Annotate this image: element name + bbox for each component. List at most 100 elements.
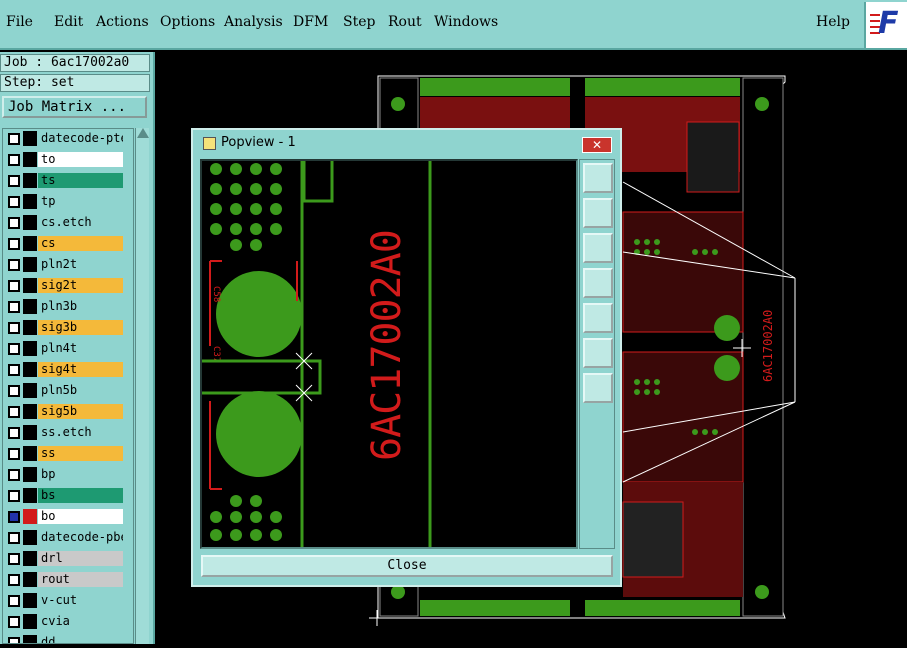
layer-row-7[interactable]: sig2t [5,278,123,294]
menu-actions[interactable]: Actions [96,14,149,30]
layer-checkbox[interactable] [8,637,20,643]
layer-name[interactable]: datecode-pbe [38,530,123,545]
layer-checkbox[interactable] [8,280,20,292]
layer-name[interactable]: cvia [38,614,123,629]
pan-up-icon[interactable] [583,198,613,228]
popview-titlebar[interactable]: Popview - 1 ✕ [193,130,620,156]
layer-checkbox[interactable] [8,469,20,481]
menu-file[interactable]: File [6,14,33,30]
layer-row-6[interactable]: pln2t [5,257,123,273]
layer-name[interactable]: bp [38,467,123,482]
menu-windows[interactable]: Windows [434,14,498,30]
layer-row-19[interactable]: datecode-pbe [5,530,123,546]
layer-row-24[interactable]: dd [5,635,123,643]
layer-checkbox[interactable] [8,238,20,250]
popview-window[interactable]: Popview - 1 ✕ C58 C37 6AC17002A0 Close [191,128,622,587]
layer-name[interactable]: cs [38,236,123,251]
layer-name[interactable]: bs [38,488,123,503]
layer-row-3[interactable]: tp [5,194,123,210]
menu-dfm[interactable]: DFM [293,14,328,30]
layer-list[interactable]: datecode-pte to ts tp cs.etch cs pln2t sig2t pln… [2,128,134,644]
scroll-up-arrow-icon[interactable] [137,128,149,138]
layer-checkbox[interactable] [8,406,20,418]
layer-row-4[interactable]: cs.etch [5,215,123,231]
layer-checkbox[interactable] [8,532,20,544]
layer-checkbox[interactable] [8,595,20,607]
layer-name[interactable]: sig2t [38,278,123,293]
layer-name[interactable]: rout [38,572,123,587]
popview-canvas[interactable]: C58 C37 6AC17002A0 [200,159,578,549]
layer-row-5[interactable]: cs [5,236,123,252]
layer-name[interactable]: ss.etch [38,425,123,440]
layer-row-13[interactable]: sig5b [5,404,123,420]
layer-checkbox[interactable] [8,427,20,439]
layer-row-21[interactable]: rout [5,572,123,588]
layer-checkbox[interactable] [8,154,20,166]
layer-row-10[interactable]: pln4t [5,341,123,357]
layer-name[interactable]: drl [38,551,123,566]
layer-checkbox[interactable] [8,133,20,145]
layer-checkbox[interactable] [8,259,20,271]
menu-help[interactable]: Help [816,14,850,30]
layer-row-0[interactable]: datecode-pte [5,131,123,147]
layer-list-scrollbar[interactable] [135,128,149,644]
layer-name[interactable]: datecode-pte [38,131,123,146]
close-icon[interactable]: ✕ [582,137,612,153]
layer-row-12[interactable]: pln5b [5,383,123,399]
job-matrix-button[interactable]: Job Matrix ... [2,96,147,118]
layer-checkbox[interactable] [8,511,20,523]
pan-down-icon[interactable] [583,233,613,263]
zoom-fit-icon[interactable] [583,163,613,193]
layer-checkbox[interactable] [8,301,20,313]
zoom-in-icon[interactable] [583,338,613,368]
layer-checkbox[interactable] [8,322,20,334]
layer-checkbox[interactable] [8,448,20,460]
layer-row-15[interactable]: ss [5,446,123,462]
layer-row-2[interactable]: ts [5,173,123,189]
layer-name[interactable]: ss [38,446,123,461]
layer-checkbox[interactable] [8,175,20,187]
layer-row-22[interactable]: v-cut [5,593,123,609]
layer-row-17[interactable]: bs [5,488,123,504]
layer-checkbox[interactable] [8,616,20,628]
zoom-out-icon[interactable] [583,373,613,403]
popview-zoom-view[interactable]: C58 C37 6AC17002A0 [202,161,576,547]
layer-name[interactable]: sig5b [38,404,123,419]
layer-name[interactable]: sig3b [38,320,123,335]
layer-name[interactable]: dd [38,635,123,643]
layer-checkbox[interactable] [8,574,20,586]
layer-checkbox[interactable] [8,343,20,355]
layer-name[interactable]: to [38,152,123,167]
menu-options[interactable]: Options [160,14,215,30]
layer-row-16[interactable]: bp [5,467,123,483]
layer-name[interactable]: pln5b [38,383,123,398]
layer-row-20[interactable]: drl [5,551,123,567]
layer-name[interactable]: bo [38,509,123,524]
layer-row-8[interactable]: pln3b [5,299,123,315]
layer-name[interactable]: pln4t [38,341,123,356]
layer-row-1[interactable]: to [5,152,123,168]
layer-checkbox[interactable] [8,217,20,229]
menu-analysis[interactable]: Analysis [224,14,283,30]
layer-checkbox[interactable] [8,490,20,502]
layer-name[interactable]: pln2t [38,257,123,272]
layer-name[interactable]: v-cut [38,593,123,608]
layer-name[interactable]: cs.etch [38,215,123,230]
layer-checkbox[interactable] [8,553,20,565]
menu-rout[interactable]: Rout [388,14,422,30]
menu-step[interactable]: Step [343,14,375,30]
layer-checkbox[interactable] [8,385,20,397]
layer-row-14[interactable]: ss.etch [5,425,123,441]
layer-checkbox[interactable] [8,364,20,376]
layer-row-9[interactable]: sig3b [5,320,123,336]
menu-edit[interactable]: Edit [54,14,83,30]
layer-row-23[interactable]: cvia [5,614,123,630]
pan-right-icon[interactable] [583,303,613,333]
layer-name[interactable]: sig4t [38,362,123,377]
layer-checkbox[interactable] [8,196,20,208]
close-button[interactable]: Close [201,555,613,577]
layer-name[interactable]: tp [38,194,123,209]
layer-name[interactable]: pln3b [38,299,123,314]
layer-row-11[interactable]: sig4t [5,362,123,378]
pan-left-icon[interactable] [583,268,613,298]
